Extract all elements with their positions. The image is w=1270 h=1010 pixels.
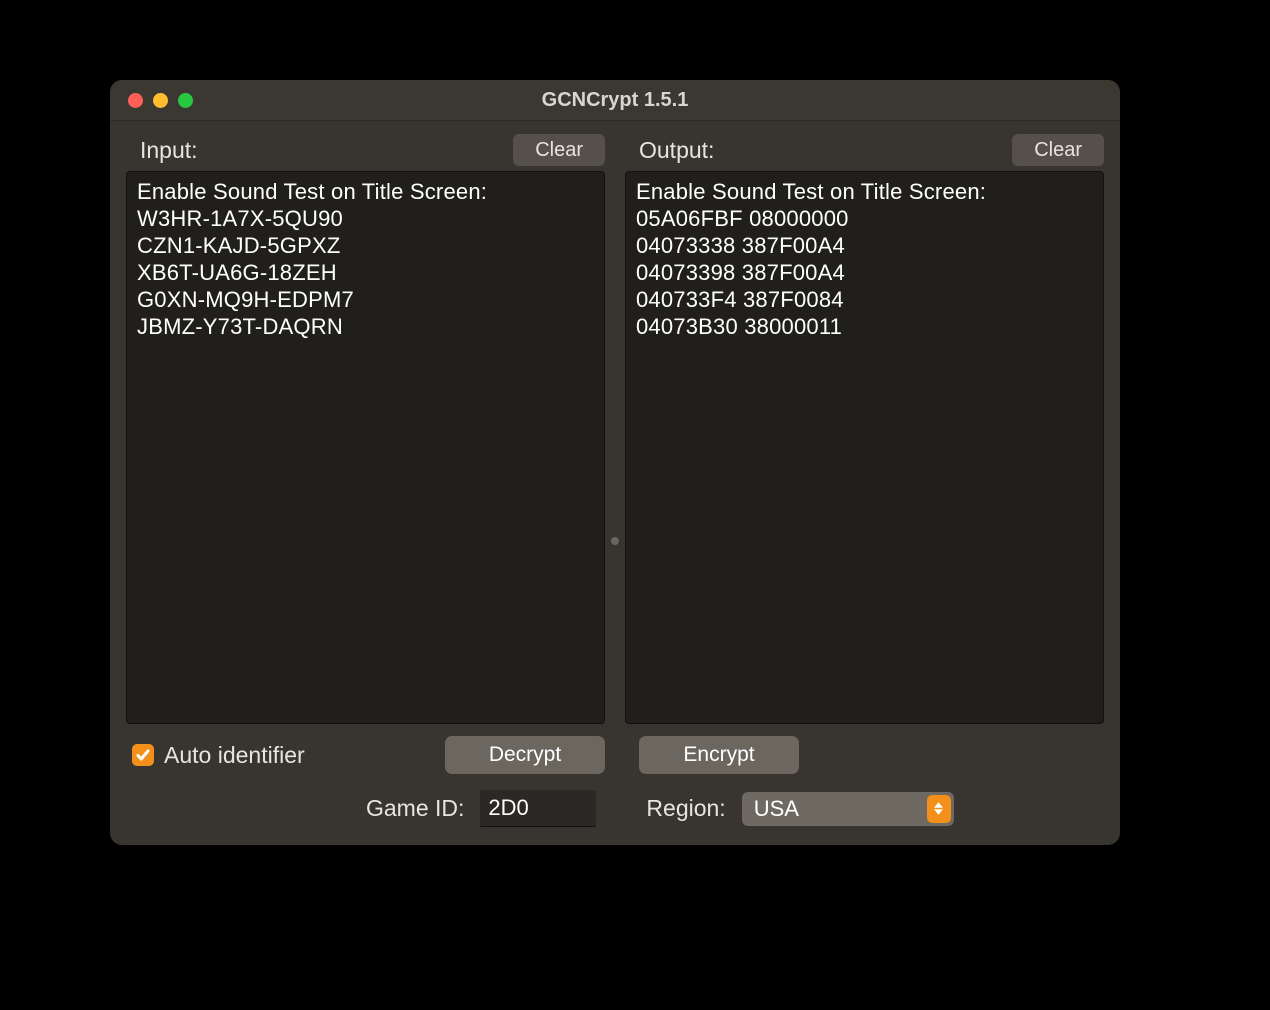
app-window: GCNCrypt 1.5.1 Input: Clear Output: Clea… (110, 80, 1120, 845)
action-row: Auto identifier Decrypt Encrypt (126, 736, 1104, 774)
input-pane-header: Input: Clear (126, 133, 605, 167)
region-stepper[interactable] (927, 795, 951, 823)
region-label: Region: (646, 795, 725, 822)
auto-identifier-checkbox-wrap[interactable]: Auto identifier (132, 742, 305, 769)
window-zoom-button[interactable] (178, 93, 193, 108)
window-minimize-button[interactable] (153, 93, 168, 108)
decrypt-button[interactable]: Decrypt (445, 736, 605, 774)
check-icon (135, 747, 151, 763)
content-area: Input: Clear Output: Clear (110, 121, 1120, 845)
region-select[interactable]: USA (742, 792, 954, 826)
auto-identifier-checkbox[interactable] (132, 744, 154, 766)
window-close-button[interactable] (128, 93, 143, 108)
output-pane: Output: Clear (625, 133, 1104, 724)
bottom-row: Game ID: Region: USA (126, 786, 1104, 829)
action-cell-right: Encrypt (625, 736, 1102, 774)
action-cell-left: Auto identifier Decrypt (128, 736, 605, 774)
input-pane: Input: Clear (126, 133, 605, 724)
encrypt-button[interactable]: Encrypt (639, 736, 799, 774)
traffic-lights (128, 93, 193, 108)
output-pane-header: Output: Clear (625, 133, 1104, 167)
output-label: Output: (639, 137, 714, 164)
chevron-up-icon (934, 802, 943, 808)
auto-identifier-label: Auto identifier (164, 742, 305, 769)
region-select-value: USA (754, 796, 799, 822)
output-textarea[interactable] (625, 171, 1104, 724)
output-clear-button[interactable]: Clear (1012, 134, 1104, 166)
game-id-input[interactable] (480, 790, 596, 827)
panes-container: Input: Clear Output: Clear (126, 133, 1104, 724)
titlebar: GCNCrypt 1.5.1 (110, 80, 1120, 121)
input-label: Input: (140, 137, 198, 164)
game-id-label: Game ID: (366, 795, 464, 822)
input-textarea[interactable] (126, 171, 605, 724)
input-clear-button[interactable]: Clear (513, 134, 605, 166)
window-title: GCNCrypt 1.5.1 (110, 89, 1120, 112)
splitter-handle[interactable] (611, 537, 619, 545)
chevron-down-icon (934, 809, 943, 815)
